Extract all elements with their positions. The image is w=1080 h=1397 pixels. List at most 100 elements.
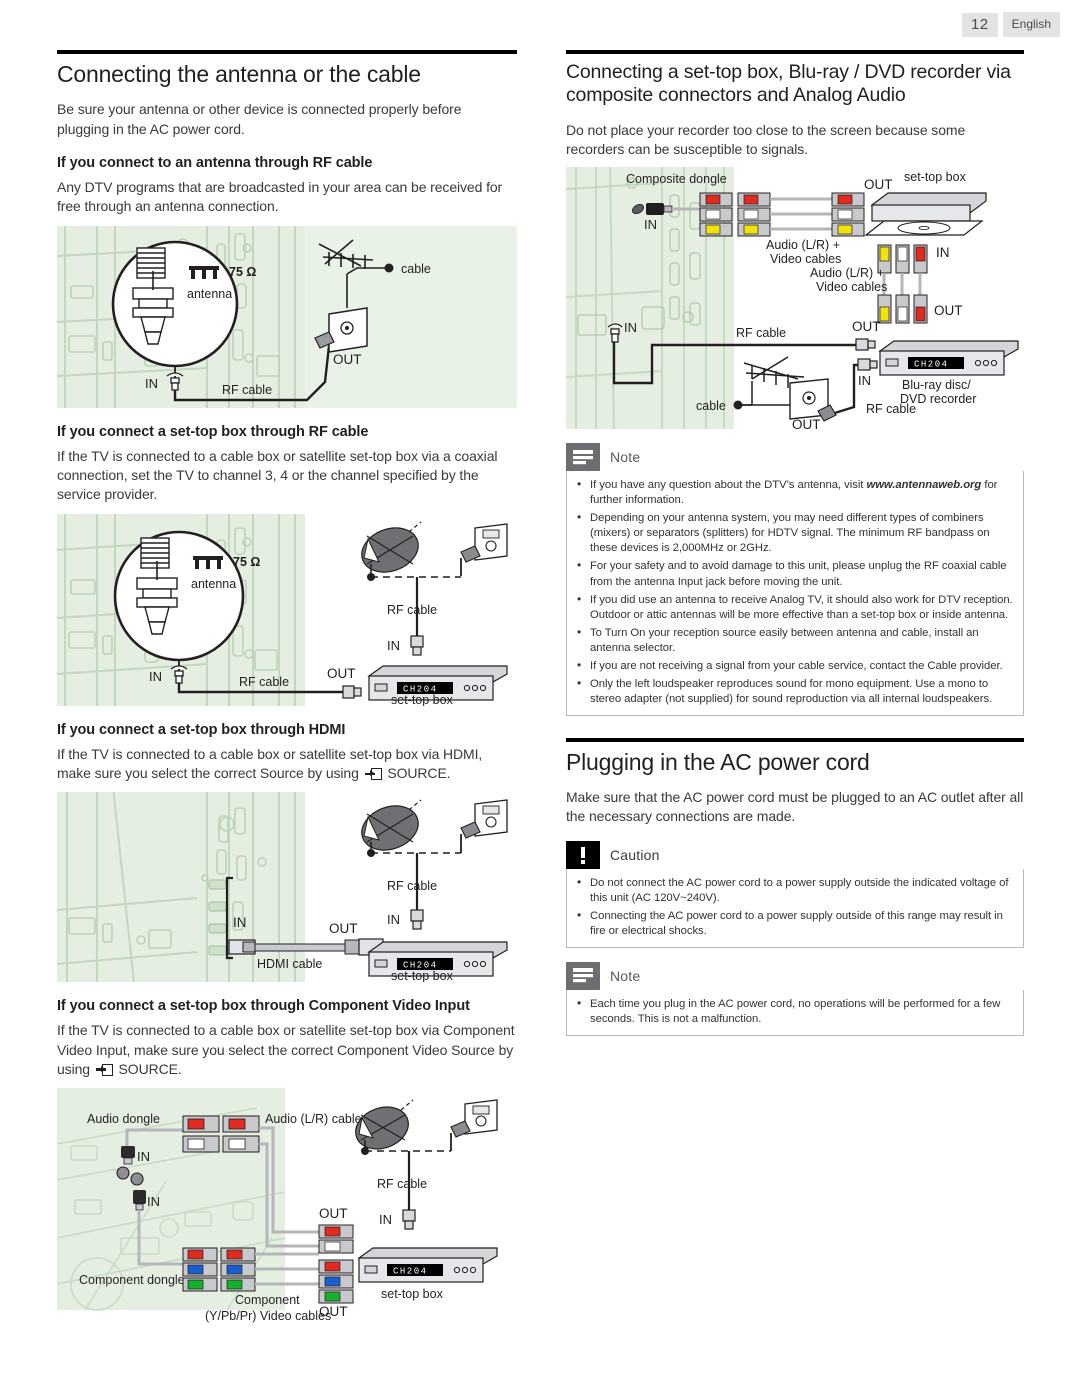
svg-text:RF cable: RF cable <box>387 603 437 617</box>
figure-stb-hdmi: IN HDMI cable OUT CH204 set-top box RF c… <box>57 792 517 983</box>
svg-text:set-top box: set-top box <box>904 170 967 184</box>
svg-text:Audio (L/R) cables: Audio (L/R) cables <box>265 1112 368 1126</box>
component-text-b: SOURCE. <box>114 1060 182 1077</box>
ac-power-title: Plugging in the AC power cord <box>566 748 870 775</box>
note-1-header: Note <box>566 443 1024 472</box>
caution-icon <box>566 840 600 869</box>
stb-display-text-3: CH204 <box>393 1267 428 1277</box>
note-1-item-1: Depending on your antenna system, you ma… <box>575 510 1015 556</box>
note-2-item-0: Each time you plug in the AC power cord,… <box>575 996 1015 1027</box>
svg-text:set-top box: set-top box <box>391 969 454 982</box>
svg-text:Blu-ray disc/: Blu-ray disc/ <box>902 378 971 392</box>
figure-antenna-rf: 75 Ω antenna IN RF cable OUT cable <box>57 225 517 408</box>
svg-text:HDMI cable: HDMI cable <box>257 957 322 971</box>
note-1-body: If you have any question about the DTV’s… <box>566 471 1024 716</box>
svg-text:IN: IN <box>387 638 400 653</box>
note-1-item-5: If you are not receiving a signal from y… <box>575 658 1015 674</box>
subsection-antenna-rf-heading: If you connect to an antenna through RF … <box>57 155 373 172</box>
svg-text:IN: IN <box>379 1212 392 1227</box>
right-title-line1: Connecting a set-top box, Blu-ray / DVD … <box>566 61 1011 83</box>
hdmi-text-b: SOURCE. <box>383 764 451 781</box>
svg-text:IN: IN <box>147 1194 160 1209</box>
note-2-list: Each time you plug in the AC power cord,… <box>575 996 1015 1027</box>
svg-text:OUT: OUT <box>864 177 893 192</box>
svg-text:cable: cable <box>401 262 431 276</box>
svg-text:RF cable: RF cable <box>222 383 272 397</box>
manual-page: 12 English Connecting the antenna or the… <box>0 0 1080 1397</box>
note-box-2: Note Each time you plug in the AC power … <box>566 961 1024 1036</box>
caution-list: Do not connect the AC power cord to a po… <box>575 875 1015 939</box>
svg-text:OUT: OUT <box>319 1304 348 1319</box>
caution-title: Caution <box>610 846 660 863</box>
svg-text:RF cable: RF cable <box>866 402 916 416</box>
note-1-list: If you have any question about the DTV’s… <box>575 477 1015 707</box>
caution-body: Do not connect the AC power cord to a po… <box>566 868 1024 948</box>
svg-text:IN: IN <box>149 669 162 684</box>
figure-component-video: Audio dongle IN Audio (L/R) cables IN Co… <box>57 1088 527 1328</box>
section-rule-2 <box>566 50 1024 54</box>
svg-text:Video cables: Video cables <box>816 280 887 294</box>
svg-text:IN: IN <box>936 245 950 260</box>
caution-box: Caution Do not connect the AC power cord… <box>566 840 1024 948</box>
svg-text:antenna: antenna <box>187 287 232 301</box>
svg-text:Component dongle: Component dongle <box>79 1273 185 1287</box>
antennaweb-link[interactable]: www.antennaweb.org <box>866 479 981 491</box>
svg-text:IN: IN <box>644 217 657 232</box>
note-icon-2 <box>566 961 600 990</box>
subsection-component-heading: If you connect a set-top box through Com… <box>57 998 470 1015</box>
figure-composite-bluray: Composite dongle IN Audio (L/R) + Video … <box>566 167 1024 430</box>
section-rule <box>57 50 517 54</box>
subsection-antenna-rf-text: Any DTV programs that are broadcasted in… <box>57 179 503 215</box>
caution-header: Caution <box>566 840 1024 869</box>
note-2-header: Note <box>566 961 1024 990</box>
svg-text:OUT: OUT <box>329 921 358 936</box>
svg-text:RF cable: RF cable <box>239 675 289 689</box>
page-title: Connecting the antenna or the cable <box>57 61 421 87</box>
svg-text:IN: IN <box>137 1149 150 1164</box>
page-header: 12 English <box>961 12 1060 37</box>
note-1-item-4: To Turn On your reception source easily … <box>575 625 1015 656</box>
figure-stb-rf: 75 Ω antenna IN RF cable OUT CH204 set-t… <box>57 513 517 706</box>
subsection-component-text: If the TV is connected to a cable box or… <box>57 1021 517 1079</box>
subsection-stb-hdmi-heading: If you connect a set-top box through HDM… <box>57 721 346 738</box>
svg-text:cable: cable <box>696 399 726 413</box>
svg-text:OUT: OUT <box>792 417 821 429</box>
note-1-item-2: For your safety and to avoid damage to t… <box>575 558 1015 589</box>
svg-text:set-top box: set-top box <box>391 693 454 706</box>
svg-text:Video cables: Video cables <box>770 252 841 266</box>
right-section-title: Connecting a set-top box, Blu-ray / DVD … <box>566 61 1024 108</box>
note-2-body: Each time you plug in the AC power cord,… <box>566 989 1024 1036</box>
source-icon-2 <box>95 1063 113 1076</box>
left-intro-text: Be sure your antenna or other device is … <box>57 101 462 137</box>
page-number: 12 <box>961 12 998 37</box>
svg-text:(Y/Pb/Pr) Video cables: (Y/Pb/Pr) Video cables <box>205 1309 331 1323</box>
svg-text:IN: IN <box>858 373 871 388</box>
svg-text:RF cable: RF cable <box>387 879 437 893</box>
svg-text:antenna: antenna <box>191 577 236 591</box>
note-1-item-6: Only the left loudspeaker reproduces sou… <box>575 676 1015 707</box>
svg-text:Audio (L/R) +: Audio (L/R) + <box>766 238 840 252</box>
note-1-title: Note <box>610 449 641 466</box>
page-language: English <box>1002 12 1060 37</box>
svg-text:75 Ω: 75 Ω <box>229 265 256 279</box>
caution-item-1: Connecting the AC power cord to a power … <box>575 908 1015 939</box>
svg-text:Audio dongle: Audio dongle <box>87 1112 160 1126</box>
svg-text:Component: Component <box>235 1293 300 1307</box>
caution-item-0: Do not connect the AC power cord to a po… <box>575 875 1015 906</box>
right-intro-text: Do not place your recorder too close to … <box>566 121 966 158</box>
note-icon-1 <box>566 443 600 472</box>
svg-text:OUT: OUT <box>852 319 881 334</box>
svg-text:OUT: OUT <box>327 666 356 681</box>
ac-power-intro: Make sure that the AC power cord must be… <box>566 789 1024 825</box>
svg-text:RF cable: RF cable <box>736 326 786 340</box>
svg-text:IN: IN <box>387 912 400 927</box>
section-rule-3 <box>566 737 1024 742</box>
svg-text:IN: IN <box>233 915 247 930</box>
subsection-stb-hdmi-text: If the TV is connected to a cable box or… <box>57 745 517 784</box>
note-1-item-3: If you did use an antenna to receive Ana… <box>575 592 1015 623</box>
right-column: Connecting a set-top box, Blu-ray / DVD … <box>566 50 1024 1036</box>
svg-text:RF cable: RF cable <box>377 1177 427 1191</box>
subsection-stb-rf-text: If the TV is connected to a cable box or… <box>57 447 498 503</box>
left-column: Connecting the antenna or the cable Be s… <box>57 50 517 1328</box>
bd-display-text: CH204 <box>914 360 949 370</box>
